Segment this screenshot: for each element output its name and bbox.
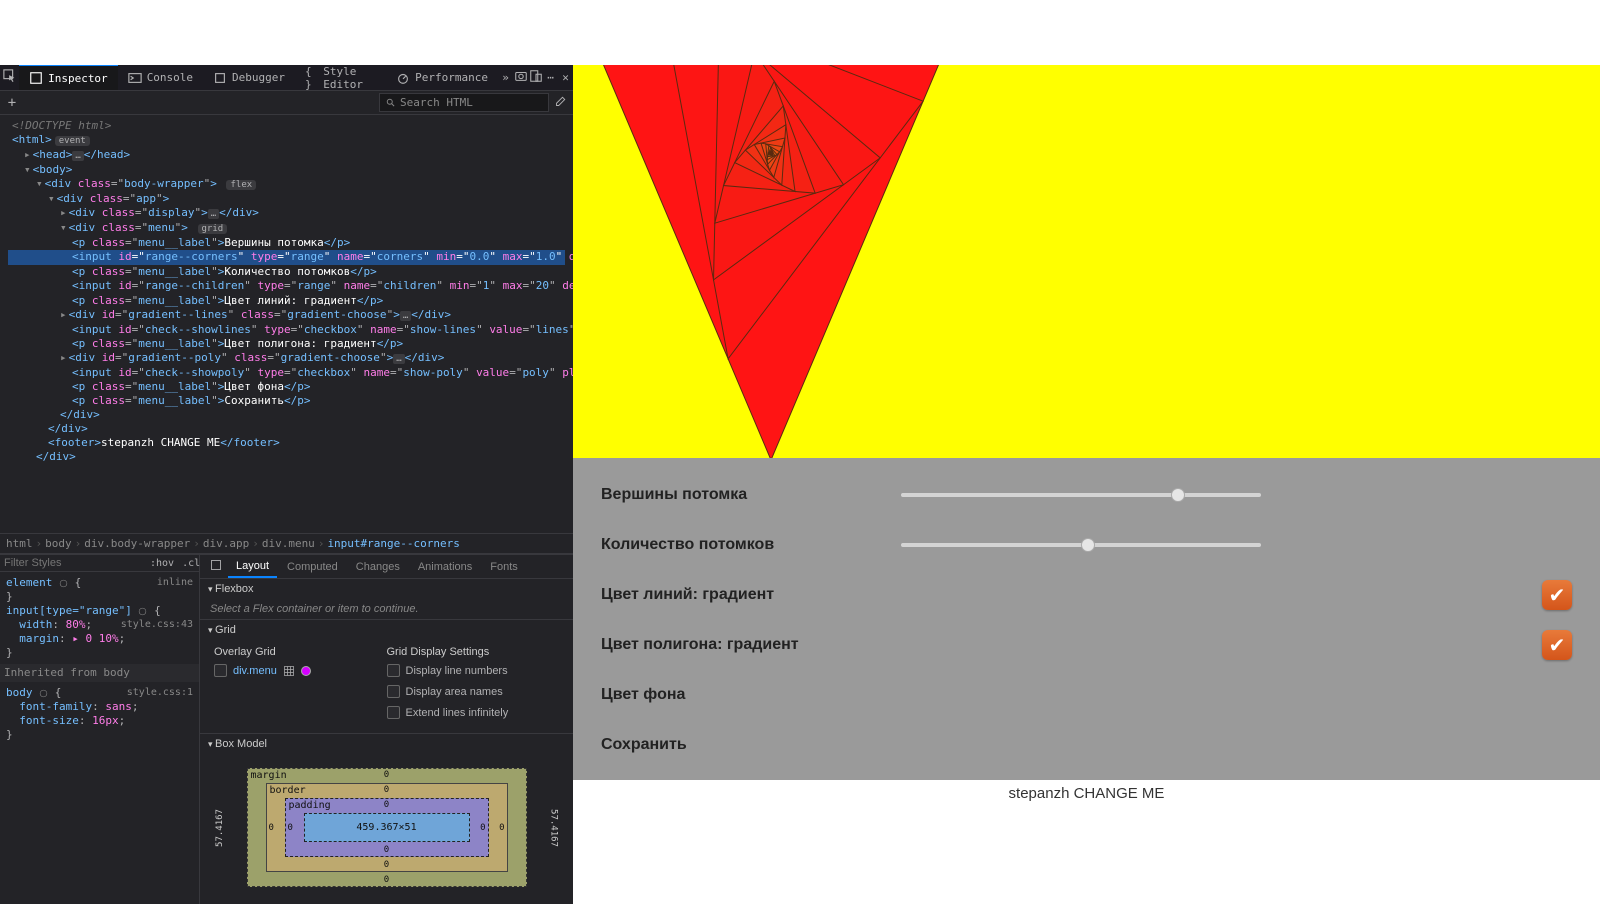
show-lines-checkbox[interactable]: ✔ (1542, 580, 1572, 610)
show-poly-checkbox[interactable]: ✔ (1542, 630, 1572, 660)
layout-tab-fonts[interactable]: Fonts (482, 557, 526, 577)
layout-pane-icon[interactable] (206, 559, 226, 574)
hov-button[interactable]: :hov (146, 558, 178, 569)
screenshot-icon[interactable] (513, 69, 528, 86)
devtools-panel: Inspector Console Debugger { } Style Edi… (0, 65, 573, 904)
overlay-grid-item[interactable]: div.menu (233, 665, 277, 677)
app-footer: stepanzh CHANGE ME (573, 780, 1600, 807)
grid-icon (283, 665, 295, 677)
overlay-grid-checkbox[interactable] (214, 664, 227, 677)
html-tree[interactable]: <!DOCTYPE html><html>event▸<head>…</head… (0, 115, 573, 533)
edit-html-icon[interactable] (549, 95, 573, 110)
tab-console[interactable]: Console (118, 66, 203, 90)
element-picker-icon[interactable] (0, 69, 19, 86)
save-label: Сохранить (601, 736, 901, 754)
devtools-tabs: Inspector Console Debugger { } Style Edi… (0, 65, 573, 91)
flexbox-hint: Select a Flex container or item to conti… (200, 599, 573, 619)
responsive-icon[interactable] (528, 69, 543, 86)
breadcrumbs[interactable]: html›body›div.body-wrapper›div.app›div.m… (0, 533, 573, 554)
add-element-icon[interactable]: + (0, 95, 24, 111)
application-preview: Вершины потомка Количество потомков Цвет… (573, 65, 1600, 904)
grid-color-swatch[interactable] (301, 666, 311, 676)
layout-pane: Layout Computed Changes Animations Fonts… (200, 555, 573, 904)
kebab-icon[interactable]: ⋯ (543, 71, 558, 84)
children-label: Количество потомков (601, 536, 901, 554)
box-model-diagram[interactable]: 57.4167 57.4167 margin 0 0 border 0 (247, 768, 527, 887)
boxmodel-section-header[interactable]: Box Model (200, 734, 573, 754)
canvas (573, 65, 1600, 458)
grid-opt-line-numbers-checkbox[interactable] (387, 664, 400, 677)
lines-color-label: Цвет линий: градиент (601, 586, 901, 604)
bg-color-label: Цвет фона (601, 686, 901, 704)
tabs-overflow-icon[interactable]: » (498, 71, 513, 84)
corners-label: Вершины потомка (601, 486, 901, 504)
corners-slider[interactable] (901, 493, 1261, 497)
layout-tab-animations[interactable]: Animations (410, 557, 480, 577)
layout-tab-layout[interactable]: Layout (228, 556, 277, 578)
tab-inspector[interactable]: Inspector (19, 65, 118, 90)
children-slider[interactable] (901, 543, 1261, 547)
app-menu: Вершины потомка Количество потомков Цвет… (573, 458, 1600, 780)
triangle-spiral (576, 65, 976, 458)
tab-performance[interactable]: Performance (386, 66, 498, 90)
poly-color-label: Цвет полигона: градиент (601, 636, 901, 654)
browser-chrome-space (0, 0, 1600, 65)
layout-tab-changes[interactable]: Changes (348, 557, 408, 577)
layout-tab-computed[interactable]: Computed (279, 557, 346, 577)
tab-debugger[interactable]: Debugger (203, 66, 295, 90)
flexbox-section-header[interactable]: Flexbox (200, 579, 573, 599)
filter-styles-input[interactable] (4, 557, 146, 569)
rules-pane: :hov .cls + element {inline}input[type="… (0, 555, 200, 904)
inspector-toolbar: + Search HTML (0, 91, 573, 115)
rules-body[interactable]: element {inline}input[type="range"] {sty… (0, 572, 199, 904)
overlay-grid-label: Overlay Grid (214, 646, 387, 658)
grid-opt-extend-lines-label: Extend lines infinitely (406, 707, 509, 719)
grid-opt-extend-lines-checkbox[interactable] (387, 706, 400, 719)
grid-opt-area-names-checkbox[interactable] (387, 685, 400, 698)
close-devtools-icon[interactable]: ✕ (558, 71, 573, 84)
grid-settings-label: Grid Display Settings (387, 646, 560, 658)
search-html-input[interactable]: Search HTML (379, 93, 549, 112)
grid-opt-line-numbers-label: Display line numbers (406, 665, 508, 677)
grid-section-header[interactable]: Grid (200, 620, 573, 640)
grid-opt-area-names-label: Display area names (406, 686, 503, 698)
